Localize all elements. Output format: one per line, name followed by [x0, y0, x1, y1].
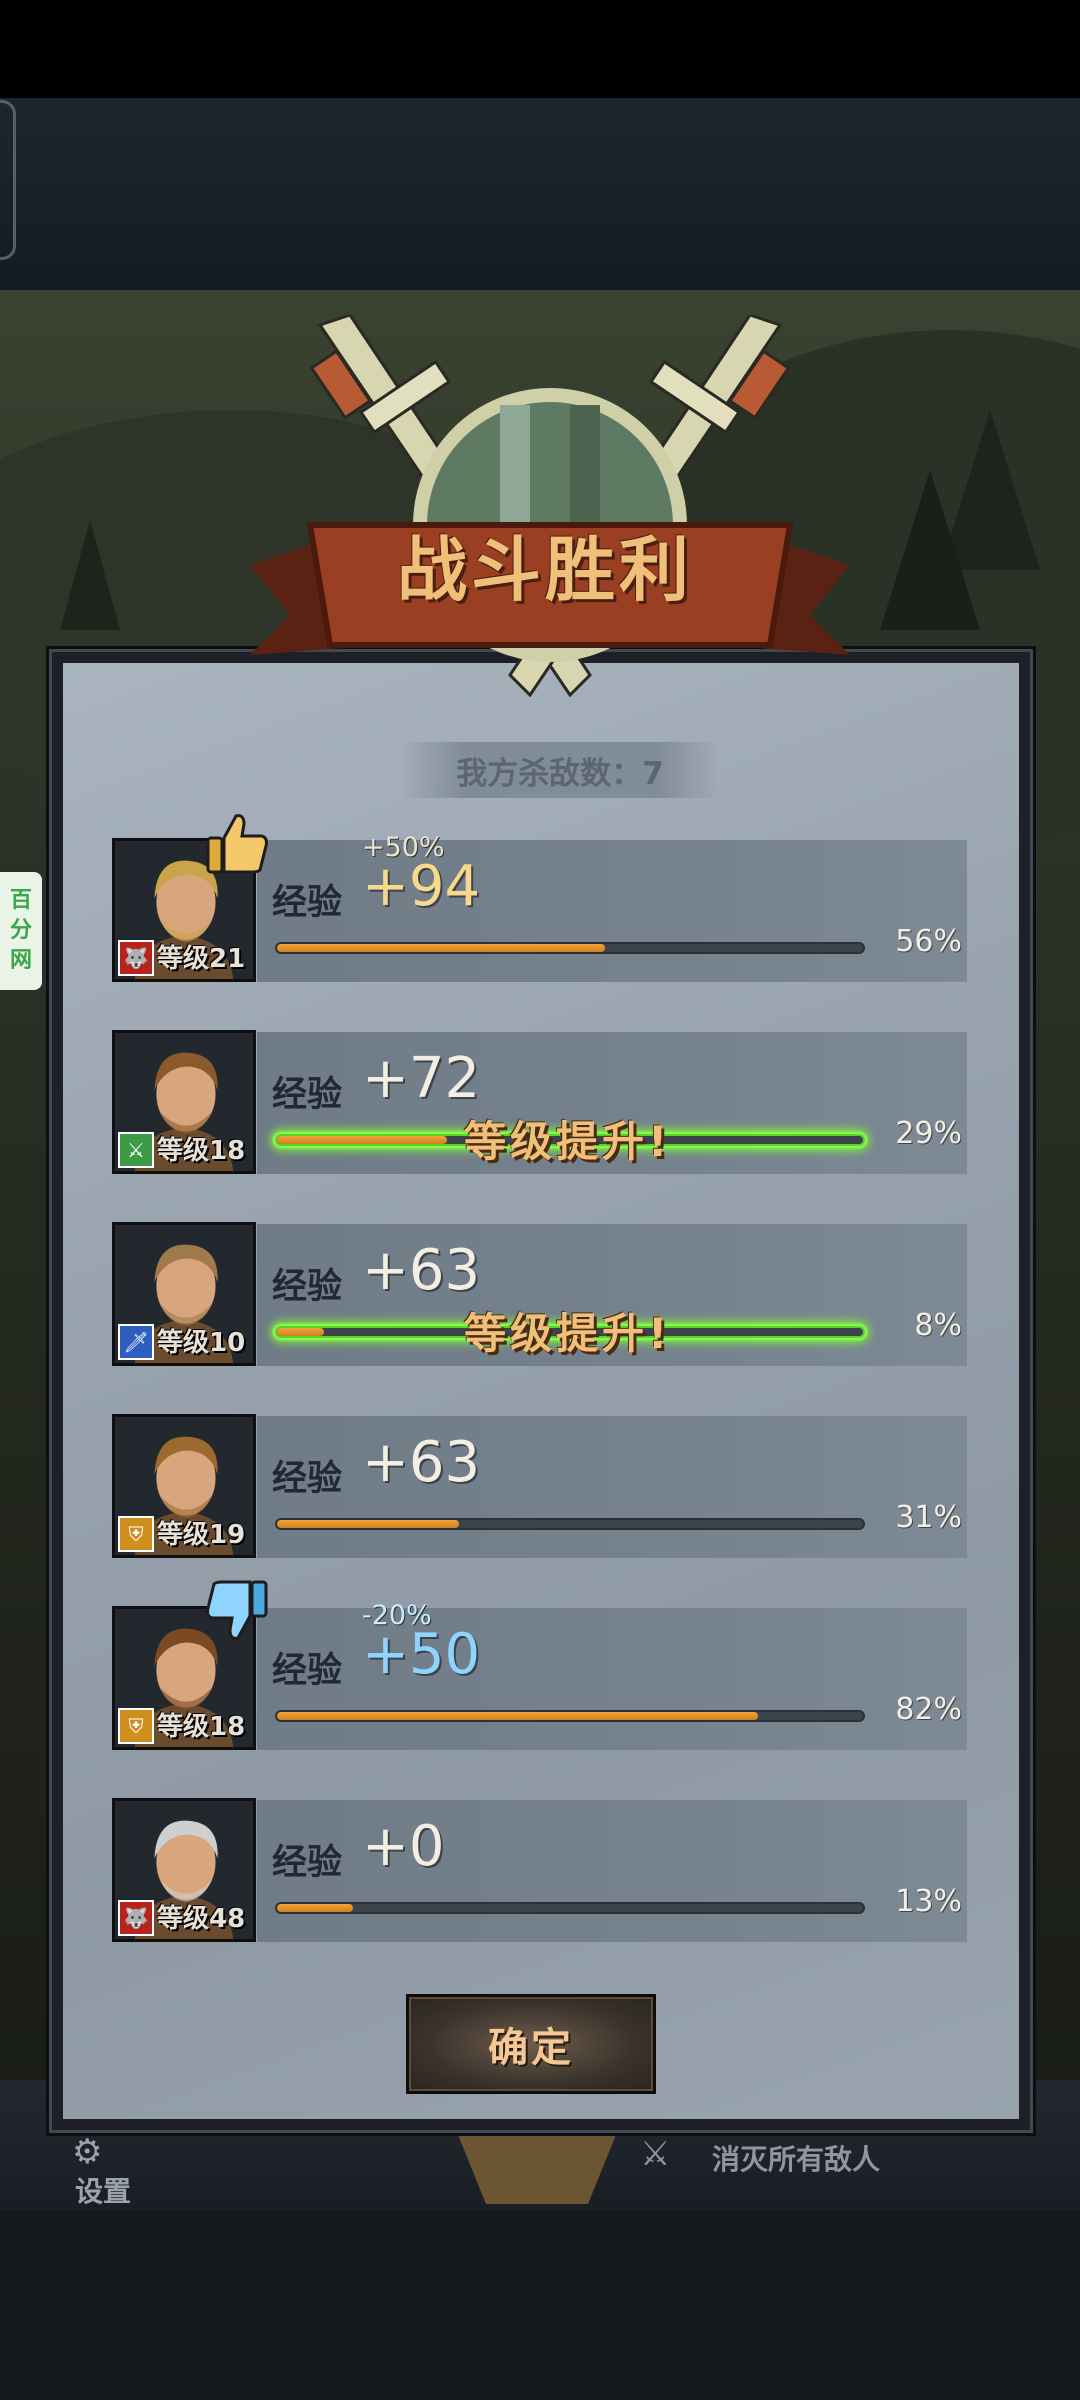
sword-icon: 🗡 — [118, 1324, 154, 1360]
victory-title: 战斗胜利 — [397, 529, 693, 611]
hero-portrait[interactable]: 🗡 等级10 — [112, 1222, 256, 1366]
thumbs-down-icon — [202, 1576, 272, 1646]
hero-level: 等级18 — [157, 1712, 246, 1742]
hero-row: 🗡 等级10 经验 +63 等级提升! 8% — [112, 1222, 968, 1368]
level-up-text: 等级提升! — [464, 1309, 672, 1358]
hero-row: ⛨ 等级18 经验 -20% +50 82% — [112, 1580, 968, 1752]
watermark-char: 网 — [9, 948, 32, 973]
crossed-swords-icon: ⚔ — [118, 1132, 154, 1168]
hero-level: 等级21 — [157, 944, 246, 974]
hero-row: ⚔ 等级18 经验 +72 等级提升! 29% — [112, 1030, 968, 1176]
exp-percent: 56% — [895, 924, 962, 959]
exp-percent: 13% — [895, 1884, 962, 1919]
level-up-text: 等级提升! — [464, 1117, 672, 1166]
watermark-char: 百 — [9, 888, 32, 913]
exp-progress-bar — [275, 1902, 865, 1914]
exp-progress-bar — [275, 1518, 865, 1530]
kill-count: 我方杀敌数：7 — [456, 755, 664, 792]
thumbs-up-icon — [202, 808, 272, 878]
hero-row: 🐺 等级21 经验 +50% +94 56% — [112, 814, 968, 984]
exp-gain: +50 — [362, 1622, 481, 1687]
exp-gain: +94 — [362, 854, 481, 919]
settings-icon[interactable]: ⚙ — [72, 2132, 102, 2172]
hero-row: ⛨ 等级19 经验 +63 31% — [112, 1414, 968, 1560]
exp-label: 经验 — [272, 883, 343, 923]
exp-progress-fill — [277, 944, 606, 952]
hero-level: 等级19 — [157, 1520, 246, 1550]
status-bar — [0, 0, 1080, 98]
exp-progress-fill — [277, 1328, 324, 1336]
exp-progress-fill — [277, 1136, 447, 1144]
exp-percent: 8% — [914, 1308, 962, 1343]
exp-progress-fill — [277, 1712, 758, 1720]
exp-percent: 31% — [895, 1500, 962, 1535]
exp-progress-fill — [277, 1520, 459, 1528]
confirm-button[interactable]: 确定 — [406, 1994, 656, 2094]
hero-portrait[interactable]: ⛨ 等级19 — [112, 1414, 256, 1558]
watermark-tab: 百 分 网 — [0, 872, 42, 990]
exp-gain: +63 — [362, 1238, 481, 1303]
exp-label: 经验 — [272, 1651, 343, 1691]
wolf-icon: 🐺 — [118, 1900, 154, 1936]
exp-label: 经验 — [272, 1843, 343, 1883]
shield-icon: ⛨ — [118, 1516, 154, 1552]
exp-label: 经验 — [272, 1267, 343, 1307]
exp-percent: 29% — [895, 1116, 962, 1151]
exp-label: 经验 — [272, 1459, 343, 1499]
confirm-label: 确定 — [488, 2025, 574, 2071]
hero-portrait[interactable]: 🐺 等级48 — [112, 1798, 256, 1942]
hero-level: 等级10 — [157, 1328, 246, 1358]
exp-percent: 82% — [895, 1692, 962, 1727]
shield-icon: ⛨ — [118, 1708, 154, 1744]
exp-label: 经验 — [272, 1075, 343, 1115]
exp-progress-bar — [275, 942, 865, 954]
exp-gain: +0 — [362, 1814, 445, 1879]
exp-progress-bar — [275, 1710, 865, 1722]
exp-gain: +63 — [362, 1430, 481, 1495]
hero-row: 🐺 等级48 经验 +0 13% — [112, 1798, 968, 1944]
settings-button[interactable]: 设置 — [75, 2170, 131, 2210]
wolf-icon: 🐺 — [118, 940, 154, 976]
kill-count-strip: 我方杀敌数：7 — [400, 742, 720, 798]
hero-level: 等级48 — [157, 1904, 246, 1934]
watermark-char: 分 — [9, 918, 32, 943]
header-edge-tab[interactable] — [0, 100, 16, 260]
top-header — [0, 98, 1080, 290]
crossed-swords-icon: ⚔ — [640, 2134, 671, 2174]
exp-gain: +72 — [362, 1046, 481, 1111]
objective-text: 消灭所有敌人 — [712, 2143, 881, 2176]
exp-progress-fill — [277, 1904, 354, 1912]
hero-level: 等级18 — [157, 1136, 246, 1166]
hero-portrait[interactable]: ⚔ 等级18 — [112, 1030, 256, 1174]
